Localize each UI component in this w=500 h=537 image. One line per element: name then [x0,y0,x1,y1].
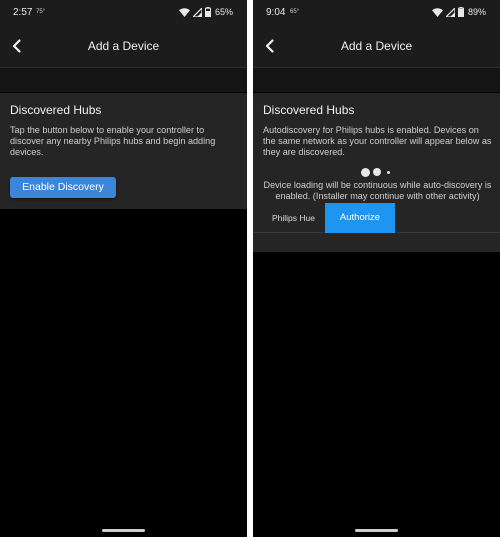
authorize-button[interactable]: Authorize [325,203,395,233]
status-temperature: 75° [36,9,46,15]
wifi-icon [431,7,443,17]
status-indicators: 89% [431,6,486,18]
phone-screen-right: 9:04 65° 89% Add a Device Discovered Hub… [253,0,500,537]
card-description: Autodiscovery for Philips hubs is enable… [263,125,492,157]
wifi-icon [178,7,190,17]
gesture-navigation-bar[interactable] [355,529,398,532]
cell-signal-icon [192,7,202,17]
status-temperature: 65° [290,9,300,15]
content-spacer [253,68,500,92]
status-bar: 2:57 75° 65% [0,0,247,25]
page-title: Add a Device [87,39,160,53]
loading-dot [373,168,381,176]
card-title: Discovered Hubs [263,103,355,117]
battery-percent: 89% [467,7,486,17]
gesture-navigation-bar[interactable] [102,529,145,532]
status-indicators: 65% [178,6,233,18]
page-title: Add a Device [340,39,413,53]
card-title: Discovered Hubs [10,103,102,117]
status-bar: 9:04 65° 89% [253,0,500,25]
loading-dot [387,170,390,174]
cell-signal-icon [445,7,455,17]
loading-dot [361,167,370,177]
app-bar: Add a Device [253,25,500,68]
discovered-hubs-card: Discovered Hubs Tap the button below to … [0,93,247,209]
phone-screen-left: 2:57 75° 65% Add a Device Discovered Hub… [0,0,247,537]
device-row: Philips Hue Authorize [253,203,500,233]
discovered-hubs-card: Discovered Hubs Autodiscovery for Philip… [253,93,500,252]
device-name: Philips Hue [272,213,315,223]
loading-indicator [361,167,390,177]
loading-note: Device loading will be continuous while … [263,180,492,201]
status-time: 9:04 [266,7,286,18]
app-bar: Add a Device [0,25,247,68]
battery-icon [204,7,211,17]
card-description: Tap the button below to enable your cont… [10,125,216,157]
battery-percent: 65% [214,7,233,17]
enable-discovery-button[interactable]: Enable Discovery [10,177,116,198]
content-spacer [0,68,247,92]
status-time: 2:57 [13,7,33,18]
battery-icon [457,7,464,17]
